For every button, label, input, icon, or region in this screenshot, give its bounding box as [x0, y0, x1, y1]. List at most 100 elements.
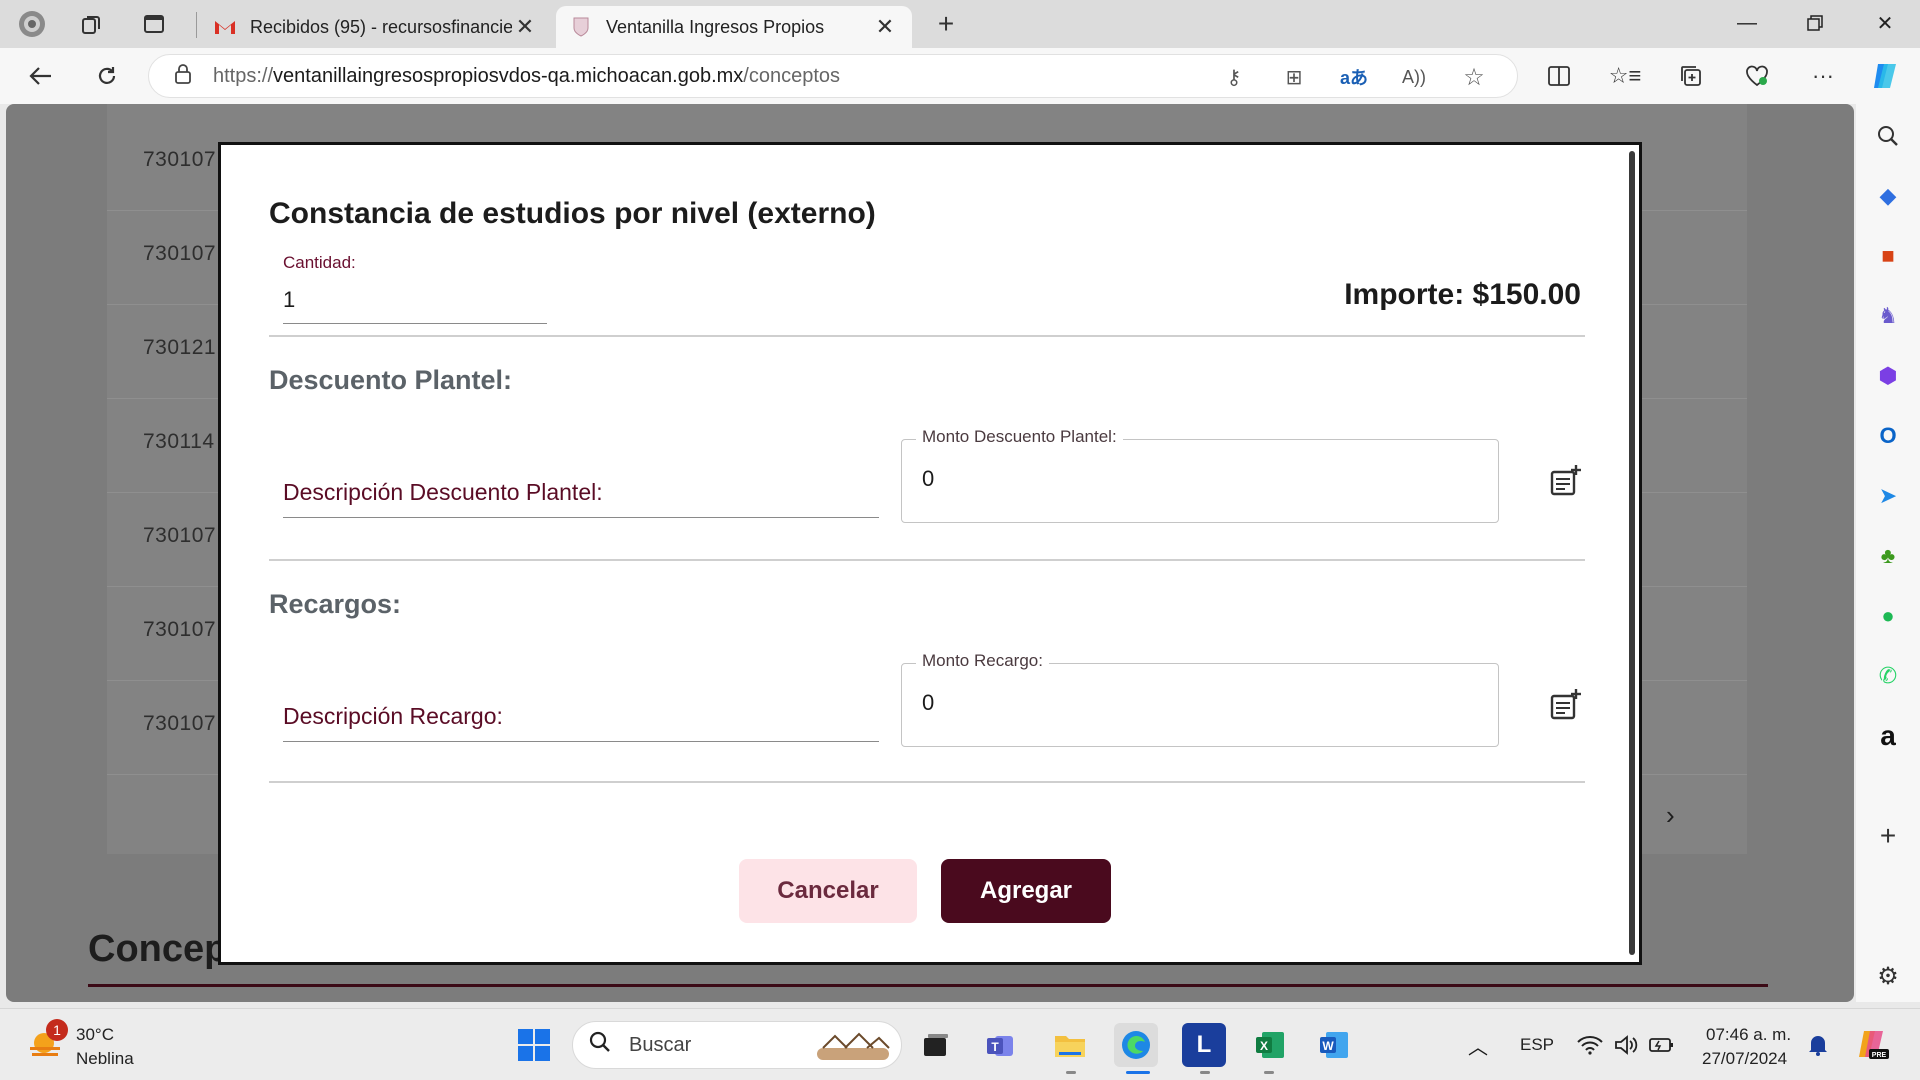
microsoft365-icon[interactable]: ⬢ [1866, 354, 1910, 398]
whatsapp-icon[interactable]: ✆ [1866, 654, 1910, 698]
url-host: ventanillaingresospropiosvdos-qa.michoac… [273, 64, 744, 87]
discount-section-title: Descuento Plantel: [269, 365, 513, 395]
dialog-title: Constancia de estudios por nivel (extern… [269, 197, 876, 230]
games-icon[interactable]: ♞ [1866, 294, 1910, 338]
new-tab-icon[interactable]: + [930, 8, 962, 40]
heading-underline [88, 984, 1768, 987]
copilot-icon[interactable] [1866, 58, 1904, 94]
start-icon[interactable] [512, 1023, 556, 1067]
clock-date[interactable]: 27/07/2024 [1702, 1049, 1787, 1069]
translate-icon[interactable]: aあ [1337, 61, 1371, 93]
edge-sidebar: ◆ ■ ♞ ⬢ O ➤ ♣ ● ✆ a + ⚙ [1856, 104, 1920, 1002]
add-button[interactable]: Agregar [941, 859, 1111, 923]
minimize-icon[interactable]: — [1714, 0, 1780, 46]
more-options-icon[interactable]: ··· [1804, 58, 1842, 94]
teams-icon[interactable]: T [980, 1023, 1024, 1067]
input-language[interactable]: ESP [1520, 1035, 1554, 1055]
browser-toolbar: https://ventanillaingresospropiosvdos-qa… [0, 48, 1920, 104]
collections-icon[interactable] [1672, 58, 1710, 94]
running-indicator [1066, 1071, 1076, 1074]
surcharge-amount-field[interactable]: Monto Recargo: 0 [901, 651, 1499, 747]
url-text[interactable]: https://ventanillaingresospropiosvdos-qa… [213, 65, 840, 88]
shopping-tag-icon[interactable]: ◆ [1866, 174, 1910, 218]
back-icon[interactable] [22, 58, 60, 94]
file-explorer-icon[interactable] [1048, 1023, 1092, 1067]
close-tab-icon[interactable]: ✕ [872, 14, 898, 40]
search-icon [589, 1031, 617, 1059]
dialog-scrollbar[interactable] [1629, 151, 1635, 955]
add-concept-dialog: Constancia de estudios por nivel (extern… [218, 142, 1642, 965]
url-path: /conceptos [743, 64, 841, 87]
close-tab-icon[interactable]: ✕ [512, 14, 538, 40]
row-code: 730121 [143, 336, 217, 359]
section-heading: Concep [88, 928, 228, 970]
quantity-input[interactable]: 1 [283, 287, 295, 313]
sidebar-settings-icon[interactable]: ⚙ [1866, 954, 1910, 998]
gmail-icon [214, 16, 236, 38]
tab-title: Recibidos (95) - recursosfinancier [250, 16, 512, 37]
edge-taskbar-icon[interactable] [1114, 1023, 1158, 1067]
discount-description-field[interactable]: Descripción Descuento Plantel: [283, 479, 603, 506]
divider [269, 335, 1585, 337]
battery-icon[interactable] [1640, 1023, 1684, 1067]
tools-icon[interactable]: ■ [1866, 234, 1910, 278]
tree-icon[interactable]: ♣ [1866, 534, 1910, 578]
favorite-star-icon[interactable]: ☆ [1457, 61, 1491, 93]
running-indicator [1264, 1071, 1274, 1074]
outlook-icon[interactable]: O [1866, 414, 1910, 458]
refresh-icon[interactable] [88, 58, 126, 94]
workspaces-icon[interactable] [76, 8, 108, 40]
browser-essentials-icon[interactable] [1738, 58, 1776, 94]
copilot-preview-icon[interactable]: PRE [1850, 1023, 1894, 1067]
profile-avatar-icon[interactable] [16, 8, 48, 40]
lock-icon[interactable] [163, 63, 203, 89]
amazon-icon[interactable]: a [1866, 714, 1910, 758]
tab-separator [196, 12, 197, 38]
next-page-icon[interactable]: › [1666, 800, 1675, 831]
row-code: 730114 [143, 430, 215, 453]
notification-bell-icon[interactable] [1796, 1023, 1840, 1067]
surcharge-description-field[interactable]: Descripción Recargo: [283, 703, 503, 730]
cancel-button[interactable]: Cancelar [739, 859, 917, 923]
chevron-up-icon[interactable]: ︿ [1456, 1023, 1500, 1067]
tab-ventanilla[interactable]: Ventanilla Ingresos Propios ✕ [556, 6, 912, 48]
vertical-tabs-icon[interactable] [138, 8, 170, 40]
add-sidebar-app-icon[interactable]: + [1866, 814, 1910, 858]
discount-amount-field[interactable]: Monto Descuento Plantel: 0 [901, 427, 1499, 523]
taskbar-search[interactable]: Buscar [572, 1021, 902, 1069]
surcharge-amount-value: 0 [922, 690, 935, 715]
add-discount-icon[interactable] [1547, 463, 1583, 499]
l-app-icon[interactable]: L [1182, 1023, 1226, 1067]
weather-badge: 1 [46, 1019, 68, 1041]
task-view-icon[interactable] [914, 1023, 958, 1067]
row-code: 730107 [143, 524, 217, 547]
svg-text:W: W [1322, 1039, 1334, 1053]
svg-text:PRE: PRE [1872, 1052, 1887, 1059]
row-code: 730107 [143, 148, 217, 171]
favorites-icon[interactable]: ☆≡ [1606, 58, 1644, 94]
split-screen-icon[interactable] [1540, 58, 1578, 94]
restore-icon[interactable] [1782, 0, 1848, 46]
search-highlight-icon [815, 1028, 891, 1069]
word-icon[interactable]: W [1312, 1023, 1356, 1067]
weather-description[interactable]: Neblina [76, 1049, 134, 1069]
search-placeholder: Buscar [629, 1033, 692, 1056]
surcharge-description-underline [283, 741, 879, 742]
tab-gmail[interactable]: Recibidos (95) - recursosfinancier ✕ [200, 6, 552, 48]
address-bar[interactable]: https://ventanillaingresospropiosvdos-qa… [148, 54, 1518, 98]
close-window-icon[interactable]: ✕ [1852, 0, 1918, 46]
browser-tab-strip: Recibidos (95) - recursosfinancier ✕ Ven… [0, 0, 1920, 48]
send-icon[interactable]: ➤ [1866, 474, 1910, 518]
add-surcharge-icon[interactable] [1547, 687, 1583, 723]
discount-amount-value: 0 [922, 466, 935, 491]
search-icon[interactable] [1866, 114, 1910, 158]
apps-icon[interactable]: ⊞ [1277, 61, 1311, 93]
weather-temperature[interactable]: 30°C [76, 1025, 114, 1045]
surcharge-amount-label: Monto Recargo: [916, 651, 1049, 671]
clock-time[interactable]: 07:46 a. m. [1706, 1025, 1791, 1045]
spotify-icon[interactable]: ● [1866, 594, 1910, 638]
read-aloud-icon[interactable]: A)) [1397, 61, 1431, 93]
discount-amount-label: Monto Descuento Plantel: [916, 427, 1123, 447]
key-icon[interactable]: ⚷ [1217, 61, 1251, 93]
excel-icon[interactable]: X [1248, 1023, 1292, 1067]
